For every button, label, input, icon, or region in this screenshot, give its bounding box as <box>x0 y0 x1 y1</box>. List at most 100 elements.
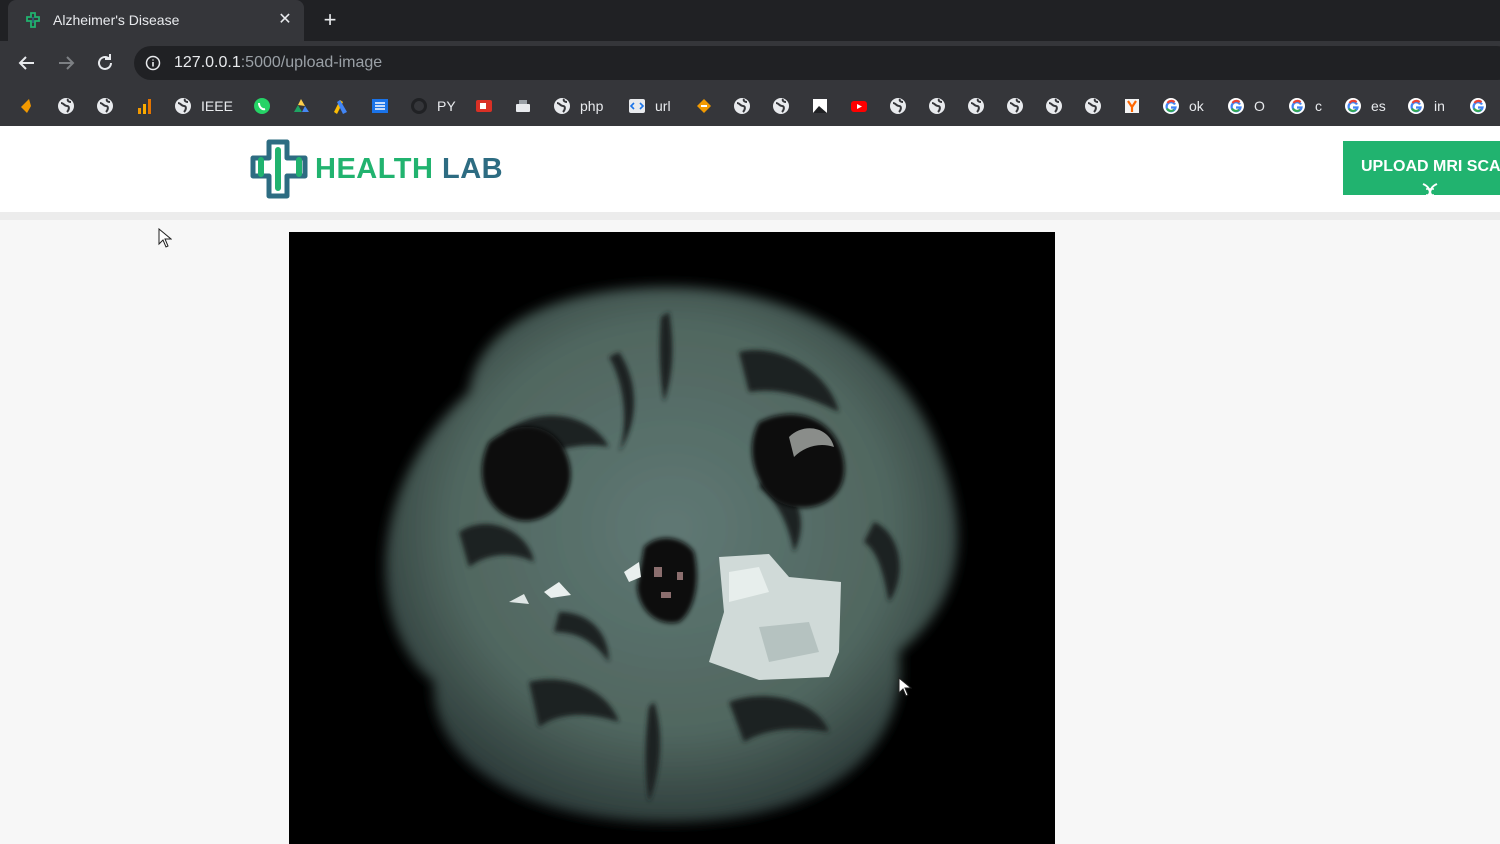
bookmark-item[interactable]: in <box>1407 85 1445 126</box>
bookmark-item[interactable] <box>96 85 114 126</box>
upload-mri-scan-button[interactable]: UPLOAD MRI SCAN <box>1343 141 1500 195</box>
tab-alzheimers-disease[interactable]: Alzheimer's Disease ✕ <box>8 0 304 41</box>
back-arrow-icon[interactable] <box>14 50 40 76</box>
printer-icon <box>516 99 530 112</box>
mouse-pointer-icon <box>158 228 172 248</box>
bookmark-item[interactable]: ok <box>1162 85 1204 126</box>
code-icon <box>629 98 645 113</box>
bookmark-item[interactable]: php <box>553 85 603 126</box>
bookmark-item[interactable] <box>811 85 829 126</box>
globe-icon <box>1085 97 1101 114</box>
bookmark-label: IEEE <box>201 97 233 114</box>
bookmark-label: in <box>1434 97 1445 114</box>
globe-icon <box>554 97 570 114</box>
image-icon <box>813 98 827 113</box>
bar-chart-icon <box>138 98 151 114</box>
bookmark-label: ok <box>1189 97 1204 114</box>
upload-button-label: UPLOAD MRI SCAN <box>1361 158 1500 175</box>
reload-icon[interactable] <box>92 50 118 76</box>
bookmark-item[interactable] <box>292 85 310 126</box>
bookmark-item[interactable]: PY <box>410 85 456 126</box>
header-divider <box>0 212 1500 220</box>
address-bar[interactable]: 127.0.0.1:5000/upload-image <box>134 46 1500 80</box>
orange-leaf-icon <box>21 98 31 113</box>
google-icon <box>1228 97 1244 114</box>
bookmark-item[interactable] <box>889 85 907 126</box>
bookmark-item[interactable]: es <box>1344 85 1386 126</box>
bookmark-label: es <box>1371 97 1386 114</box>
bookmark-label: url <box>655 97 671 114</box>
bookmark-item[interactable] <box>1469 85 1487 126</box>
globe-icon <box>175 97 191 114</box>
orange-app-icon <box>697 98 711 113</box>
whatsapp-icon <box>254 97 270 114</box>
ads-icon <box>334 99 347 114</box>
bookmark-item[interactable]: O <box>1227 85 1265 126</box>
github-icon <box>411 97 427 114</box>
bookmark-item[interactable] <box>733 85 751 126</box>
bookmark-item[interactable]: c <box>1288 85 1322 126</box>
tab-close-icon[interactable]: ✕ <box>275 9 295 31</box>
site-info-icon[interactable] <box>145 55 161 71</box>
bookmark-item[interactable] <box>1006 85 1024 126</box>
health-lab-logo-icon[interactable] <box>249 138 311 200</box>
bookmark-label: O <box>1254 97 1265 114</box>
health-lab-favicon-icon <box>26 12 40 28</box>
globe-icon <box>968 97 984 114</box>
brain-mri-image <box>385 287 958 822</box>
globe-icon <box>890 97 906 114</box>
globe-icon <box>1046 97 1062 114</box>
tab-title: Alzheimer's Disease <box>53 12 180 28</box>
bookmark-item[interactable] <box>331 85 349 126</box>
google-icon <box>1345 97 1361 114</box>
bookmark-item[interactable] <box>928 85 946 126</box>
logo-lab: LAB <box>442 153 504 185</box>
url-host: 127.0.0.1 <box>174 54 241 71</box>
bookmark-item[interactable] <box>371 85 389 126</box>
bookmark-item[interactable] <box>1084 85 1102 126</box>
bookmark-item[interactable] <box>1123 85 1141 126</box>
bookmark-item[interactable] <box>475 85 493 126</box>
bookmark-label: c <box>1315 97 1322 114</box>
bookmark-item[interactable]: IEEE <box>174 85 233 126</box>
bookmark-item[interactable] <box>514 85 532 126</box>
bookmark-item[interactable]: url <box>628 85 671 126</box>
url-text: 127.0.0.1:5000/upload-image <box>174 54 382 72</box>
site-header: HEALTH LAB UPLOAD MRI SCAN <box>0 126 1500 212</box>
drive-icon <box>294 98 309 112</box>
browser-toolbar: 127.0.0.1:5000/upload-image <box>0 41 1500 85</box>
dna-icon <box>1422 183 1438 195</box>
logo-health: HEALTH <box>315 153 434 185</box>
mouse-pointer-icon <box>898 677 912 697</box>
bookmark-item[interactable] <box>967 85 985 126</box>
mri-scan-image <box>289 232 1055 844</box>
forward-arrow-icon[interactable] <box>53 50 79 76</box>
ieee-icon <box>372 98 388 113</box>
globe-icon <box>1007 97 1023 114</box>
youtube-icon <box>851 100 867 112</box>
tab-strip: Alzheimer's Disease ✕ + <box>0 0 1500 41</box>
globe-icon <box>58 97 74 114</box>
google-icon <box>1470 97 1486 114</box>
y-combinator-icon <box>1125 98 1139 113</box>
bookmark-item[interactable] <box>253 85 271 126</box>
globe-icon <box>734 97 750 114</box>
google-icon <box>1163 97 1179 114</box>
bookmark-label: php <box>580 97 604 114</box>
site-logo-text[interactable]: HEALTH LAB <box>315 153 503 186</box>
bookmark-item[interactable] <box>17 85 35 126</box>
bookmark-item[interactable] <box>57 85 75 126</box>
url-path: :5000/upload-image <box>240 54 383 71</box>
bookmark-item[interactable] <box>695 85 713 126</box>
bookmark-label: PY <box>437 97 456 114</box>
globe-icon <box>773 97 789 114</box>
bookmarks-bar: IEEE PY php url ok Oc es in <box>0 85 1500 126</box>
bookmark-item[interactable] <box>850 85 868 126</box>
bookmark-item[interactable] <box>772 85 790 126</box>
bookmark-item[interactable] <box>135 85 153 126</box>
red-app-icon <box>476 99 492 112</box>
new-tab-button[interactable]: + <box>318 8 342 32</box>
bookmark-item[interactable] <box>1045 85 1063 126</box>
globe-icon <box>97 97 113 114</box>
google-icon <box>1289 97 1305 114</box>
